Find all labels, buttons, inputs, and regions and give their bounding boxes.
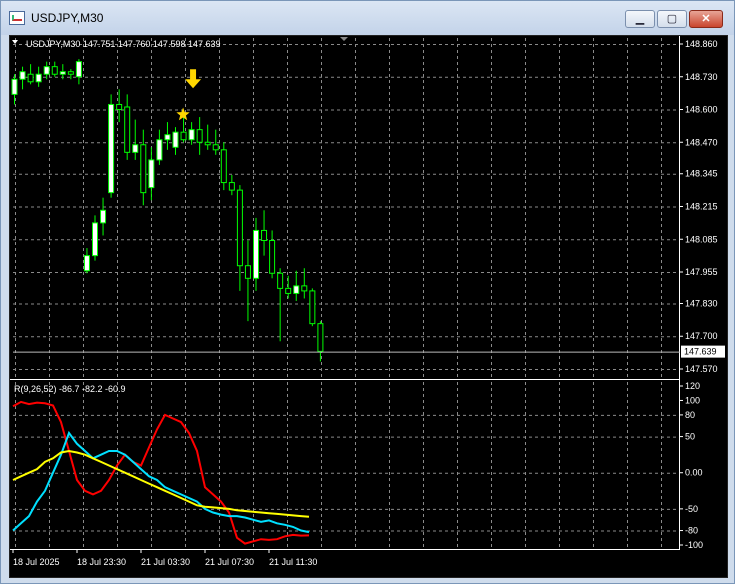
candle-body [317,323,324,352]
candle-body [156,139,163,161]
candle-body [67,71,74,75]
candle-body [148,159,155,189]
candle-body [140,144,147,194]
symbol-info: USDJPY,M30 147.751 147.760 147.598 147.6… [26,39,221,49]
arrow-down-icon [185,69,202,89]
close-button[interactable]: ✕ [689,10,723,28]
chart-window: USDJPY,M30 ▁ ▢ ✕ 148.860 148.730 148.600 14… [0,0,735,584]
time-tick-label: 21 Jul 11:30 [269,557,317,567]
indicator-tick-label: 80 [685,410,695,420]
indicator-tick-label: -80 [685,526,698,536]
indicator-tick-label: 0.00 [685,468,703,478]
maximize-icon: ▢ [666,13,678,25]
minimize-icon: ▁ [635,13,645,25]
candle-body [83,255,90,272]
chart-canvas[interactable]: 148.860 148.730 148.600 148.470 148.345 148.2… [10,36,727,577]
candle-body [301,285,308,292]
candle-body [59,71,66,75]
price-tick-label: 147.830 [685,298,718,308]
candle-body [253,229,259,279]
indicator-tick-label: 50 [685,432,695,442]
price-tick-label: 147.700 [685,331,718,341]
price-tick-label: 148.470 [685,137,718,147]
title-bar[interactable]: USDJPY,M30 ▁ ▢ ✕ [1,1,734,35]
candle-body [11,78,18,95]
candle-body [293,285,300,294]
price-tick-label: 148.860 [685,39,718,49]
close-icon: ✕ [701,13,711,25]
candle-body [27,73,34,83]
indicator-window: 120 100 80 50 0.00 -50 -80 -100 [12,381,703,550]
time-tick-label: 18 Jul 23:30 [77,557,126,567]
candle-body [172,131,179,148]
candle-body [261,229,268,242]
candle-body [124,106,131,153]
candle-body [285,287,292,294]
price-tick-label: 148.345 [685,169,718,179]
price-tick-label: 147.955 [685,267,718,277]
indicator-tick-label: 120 [685,381,700,391]
window-title: USDJPY,M30 [31,11,104,25]
candle-body [228,182,235,191]
candle-body [108,103,115,194]
candle-body [19,71,26,80]
candle-body [236,189,243,267]
time-tick-label: 21 Jul 07:30 [205,557,254,567]
candle-body [277,272,284,289]
chart-area[interactable]: 148.860 148.730 148.600 148.470 148.345 148.2… [9,35,728,578]
chart-shift-marker-icon[interactable] [340,37,348,41]
candle-body [116,103,123,111]
candle-body [51,66,58,75]
candles [11,59,324,362]
minimize-button[interactable]: ▁ [625,10,655,28]
candle-body [75,61,82,78]
maximize-button[interactable]: ▢ [657,10,687,28]
candle-body [204,141,211,146]
chart-menu-icon[interactable] [12,40,18,44]
star-icon [176,107,190,121]
candle-body [196,129,203,143]
price-tick-label: 148.730 [685,72,718,82]
indicator-tick-label: 100 [685,395,700,405]
candle-body [35,73,42,83]
candle-body [309,290,316,325]
candle-body [164,134,171,141]
candle-body [244,265,251,279]
indicator-tick-label: -50 [685,504,698,514]
price-axis: 148.860 148.730 148.600 148.470 148.345 148.2… [13,36,725,549]
price-tick-label: 147.570 [685,364,718,374]
indicator-info: R(9,26,52) -86.7 -82.2 -60.9 [14,384,126,394]
current-price-label: 147.639 [684,347,717,357]
time-tick-label: 18 Jul 2025 [13,557,60,567]
time-tick-label: 21 Jul 03:30 [141,557,190,567]
candle-body [43,66,50,75]
time-axis: 18 Jul 2025 18 Jul 23:30 21 Jul 03:30 21 Ju… [10,549,680,567]
candle-body [188,129,195,141]
candle-body [180,131,187,141]
price-tick-label: 148.215 [685,202,718,212]
indicator-tick-label: -100 [685,540,703,550]
candle-body [92,222,98,257]
candle-body [100,209,107,224]
price-tick-label: 148.600 [685,105,718,115]
candle-body [212,144,219,151]
chart-app-icon [9,11,25,25]
candle-body [220,149,227,184]
price-tick-label: 148.085 [685,234,718,244]
candle-body [132,144,139,153]
oscillator-line [12,430,310,534]
candle-body [269,240,276,274]
